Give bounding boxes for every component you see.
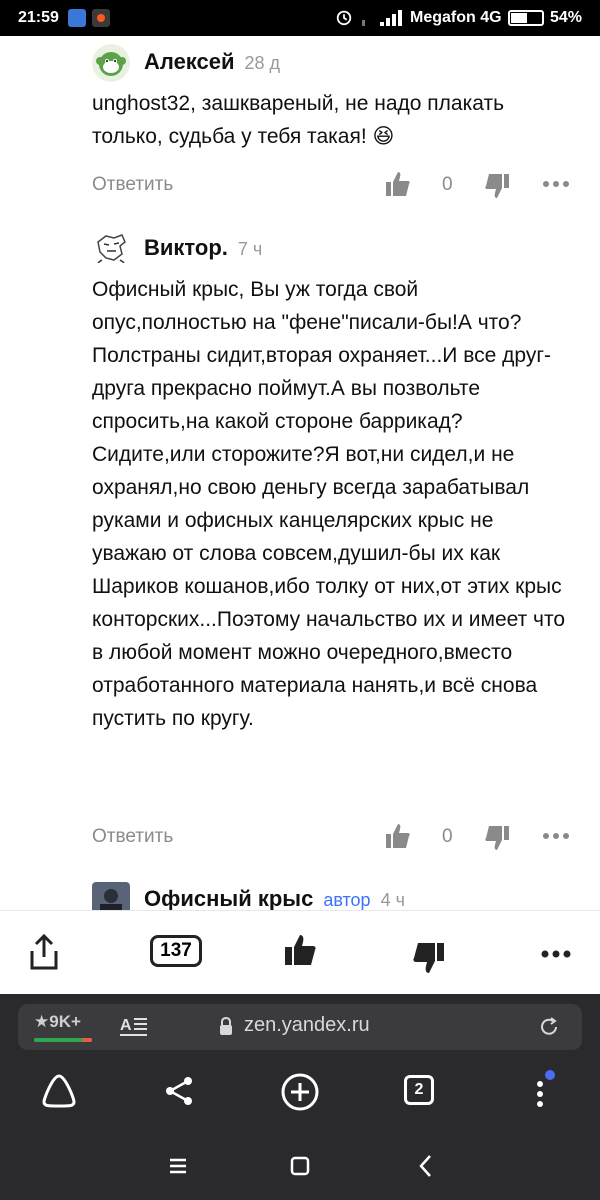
url-text[interactable]: zen.yandex.ru bbox=[244, 1014, 370, 1037]
reader-mode-icon[interactable]: A bbox=[120, 1014, 148, 1040]
status-time: 21:59 bbox=[18, 9, 59, 26]
thumbs-up-icon[interactable] bbox=[385, 170, 411, 198]
comment-actions: Ответить 0 bbox=[92, 170, 572, 200]
browser-nav: 2 bbox=[0, 1066, 600, 1122]
comment-author[interactable]: Алексей 28 д bbox=[144, 49, 280, 75]
thumbs-down-icon[interactable] bbox=[412, 941, 446, 975]
reply-button[interactable]: Ответить bbox=[92, 826, 173, 848]
avatar[interactable] bbox=[92, 882, 130, 910]
back-icon[interactable] bbox=[418, 1154, 434, 1178]
article-action-bar: 137 bbox=[0, 910, 600, 994]
author-name[interactable]: Офисный крыс bbox=[144, 886, 313, 910]
comment-author[interactable]: Виктор. 7 ч bbox=[144, 235, 262, 261]
notification-app-icon bbox=[68, 9, 86, 27]
system-navigation bbox=[0, 1142, 600, 1200]
author-name[interactable]: Алексей bbox=[144, 49, 235, 74]
share-icon[interactable] bbox=[162, 1074, 196, 1108]
more-icon[interactable] bbox=[542, 180, 570, 188]
thumbs-down-icon[interactable] bbox=[484, 824, 510, 852]
author-badge: автор bbox=[323, 890, 371, 910]
signal-icon bbox=[362, 10, 402, 26]
alarm-icon bbox=[336, 10, 352, 26]
carrier-label: Megafon 4G bbox=[410, 9, 502, 26]
battery-level bbox=[511, 13, 528, 23]
address-bar[interactable]: ★9K+ A zen.yandex.ru bbox=[18, 1004, 582, 1050]
avatar[interactable] bbox=[92, 230, 130, 268]
sketch-avatar-icon bbox=[92, 230, 130, 268]
svg-text:A: A bbox=[120, 1017, 132, 1034]
avatar[interactable] bbox=[92, 44, 130, 82]
comments-count-button[interactable]: 137 bbox=[150, 935, 202, 967]
tabs-button[interactable]: 2 bbox=[404, 1075, 434, 1105]
comment-age: 7 ч bbox=[237, 239, 263, 259]
comment-text: unghost32, зашквареный, не надо плакать … bbox=[92, 92, 505, 148]
thumbs-down-icon[interactable] bbox=[484, 172, 510, 200]
browser-toolbar: ★9K+ A zen.yandex.ru 2 bbox=[0, 994, 600, 1200]
reload-icon[interactable] bbox=[538, 1016, 560, 1038]
site-rating[interactable]: ★9K+ bbox=[34, 1012, 81, 1032]
rating-bar-negative bbox=[82, 1038, 92, 1042]
menu-icon[interactable] bbox=[530, 1068, 560, 1114]
comment-age: 28 д bbox=[244, 53, 281, 73]
comment-actions: Ответить 0 bbox=[92, 822, 572, 852]
comment-age: 4 ч bbox=[380, 890, 405, 910]
likes-count: 0 bbox=[442, 174, 453, 195]
home-icon[interactable] bbox=[290, 1156, 310, 1176]
more-icon[interactable] bbox=[540, 949, 572, 959]
reply-button[interactable]: Ответить bbox=[92, 174, 173, 196]
thumbs-up-icon[interactable] bbox=[385, 822, 411, 850]
battery-icon bbox=[508, 10, 544, 26]
status-bar: 21:59 Megafon 4G 54% bbox=[0, 0, 600, 36]
new-tab-icon[interactable] bbox=[280, 1072, 320, 1112]
share-icon[interactable] bbox=[26, 933, 62, 971]
comment-text: Офисный крыс, Вы уж тогда свой опус,полн… bbox=[92, 278, 566, 730]
alice-assistant-icon[interactable] bbox=[40, 1072, 78, 1110]
comment-author[interactable]: Офисный крыс автор 4 ч bbox=[144, 886, 405, 910]
comments-list: Алексей 28 д unghost32, зашквареный, не н… bbox=[0, 36, 600, 910]
notification-app-icon bbox=[92, 9, 110, 27]
monkey-avatar-icon bbox=[92, 44, 130, 82]
battery-percent: 54% bbox=[550, 9, 583, 26]
author-name[interactable]: Виктор. bbox=[144, 235, 228, 260]
more-icon[interactable] bbox=[542, 832, 570, 840]
likes-count: 0 bbox=[442, 826, 453, 847]
lock-icon bbox=[220, 1016, 232, 1035]
person-avatar-icon bbox=[92, 882, 130, 910]
thumbs-up-icon[interactable] bbox=[283, 933, 317, 967]
recent-apps-icon[interactable] bbox=[168, 1156, 188, 1176]
